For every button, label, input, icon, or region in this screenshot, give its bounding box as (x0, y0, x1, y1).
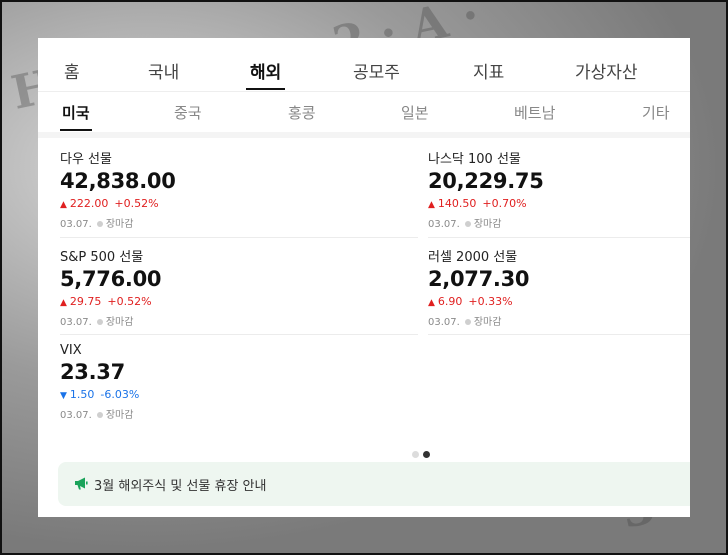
change-percent: +0.52% (114, 197, 159, 210)
index-item-sp500-futures[interactable]: S&P 500 선물 5,776.00 ▲ 29.75 +0.52% 03.07. 장… (60, 246, 162, 328)
index-name: 나스닥 100 선물 (428, 152, 521, 167)
tab-domestic[interactable]: 국내 (148, 58, 179, 83)
status-dot-icon (96, 220, 103, 227)
holiday-notice-banner[interactable]: 3월 해외주식 및 선물 휴장 안내 (58, 462, 690, 506)
triangle-up-icon: ▲ (60, 200, 67, 210)
index-meta: 03.07. 장마감 (60, 406, 139, 421)
sub-tab-bar: 미국 중국 홍콩 일본 베트남 기타 (38, 92, 690, 132)
triangle-down-icon: ▼ (60, 391, 67, 401)
change-value: 222.00 (69, 197, 109, 210)
index-item-dow-futures[interactable]: 다우 선물 42,838.00 ▲ 222.00 +0.52% 03.07. 장마감 (60, 148, 176, 230)
change-percent: +0.52% (107, 295, 152, 308)
tab-overseas[interactable]: 해외 (245, 58, 286, 90)
subtab-japan[interactable]: 일본 (401, 102, 429, 123)
page-dot-2-active[interactable] (423, 451, 430, 458)
index-price: 42,838.00 (60, 169, 176, 193)
index-name: 다우 선물 (60, 152, 112, 167)
index-change: ▲ 6.90 +0.33% (428, 295, 529, 308)
status-dot-icon (96, 411, 103, 418)
index-item-vix[interactable]: VIX 23.37 ▼ 1.50 -6.03% 03.07. 장마감 (60, 343, 139, 421)
index-item-russell2000-futures[interactable]: 러셀 2000 선물 2,077.30 ▲ 6.90 +0.33% 03.07. 장마… (428, 246, 530, 328)
market-status: 장마감 (105, 317, 134, 328)
index-change: ▲ 140.50 +0.70% (428, 197, 544, 210)
status-dot-icon (96, 318, 103, 325)
tab-home[interactable]: 홈 (64, 58, 80, 83)
main-tab-bar: 홈 국내 해외 공모주 지표 가상자산 (38, 38, 690, 92)
index-date: 03.07. (60, 219, 92, 230)
megaphone-icon (75, 477, 88, 490)
index-date: 03.07. (428, 317, 460, 328)
index-price: 2,077.30 (428, 267, 530, 291)
change-percent: -6.03% (100, 388, 140, 401)
subtab-china[interactable]: 중국 (174, 102, 202, 123)
status-dot-icon (464, 318, 471, 325)
triangle-up-icon: ▲ (428, 298, 435, 308)
market-status: 장마감 (105, 410, 134, 421)
index-name: 러셀 2000 선물 (428, 250, 518, 265)
row-divider (428, 334, 690, 335)
index-price: 20,229.75 (428, 169, 544, 193)
index-date: 03.07. (60, 317, 92, 328)
index-date: 03.07. (60, 410, 92, 421)
subtab-usa[interactable]: 미국 (60, 102, 92, 131)
index-change: ▼ 1.50 -6.03% (60, 388, 139, 401)
index-change: ▲ 29.75 +0.52% (60, 295, 161, 308)
index-meta: 03.07. 장마감 (60, 313, 161, 328)
subtab-others[interactable]: 기타 (642, 102, 670, 123)
index-price: 5,776.00 (60, 267, 162, 291)
subtab-hongkong[interactable]: 홍콩 (288, 102, 316, 123)
page-indicator (412, 443, 434, 462)
index-meta: 03.07. 장마감 (60, 215, 176, 230)
notice-text: 3월 해외주식 및 선물 휴장 안내 (94, 479, 267, 494)
change-percent: +0.33% (468, 295, 513, 308)
change-value: 1.50 (69, 388, 95, 401)
row-divider (428, 237, 690, 238)
triangle-up-icon: ▲ (428, 200, 435, 210)
subtab-vietnam[interactable]: 베트남 (514, 102, 555, 123)
page-dot-1[interactable] (412, 451, 419, 458)
tab-crypto[interactable]: 가상자산 (575, 58, 638, 83)
row-divider (60, 237, 418, 238)
row-divider (60, 334, 418, 335)
market-status: 장마감 (105, 219, 134, 230)
index-meta: 03.07. 장마감 (428, 313, 529, 328)
index-name: S&P 500 선물 (60, 250, 144, 265)
market-index-card: 홈 국내 해외 공모주 지표 가상자산 미국 중국 홍콩 일본 베트남 기타 다… (38, 38, 690, 517)
index-meta: 03.07. 장마감 (428, 215, 544, 230)
change-value: 29.75 (69, 295, 102, 308)
market-status: 장마감 (473, 317, 502, 328)
change-value: 6.90 (437, 295, 463, 308)
market-status: 장마감 (473, 219, 502, 230)
change-value: 140.50 (437, 197, 477, 210)
status-dot-icon (464, 220, 471, 227)
index-price: 23.37 (60, 360, 125, 384)
index-item-nasdaq100-futures[interactable]: 나스닥 100 선물 20,229.75 ▲ 140.50 +0.70% 03.07… (428, 148, 544, 230)
index-change: ▲ 222.00 +0.52% (60, 197, 176, 210)
index-date: 03.07. (428, 219, 460, 230)
section-separator (38, 132, 690, 138)
change-percent: +0.70% (482, 197, 527, 210)
tab-ipo[interactable]: 공모주 (353, 58, 400, 83)
triangle-up-icon: ▲ (60, 298, 67, 308)
tab-indicators[interactable]: 지표 (473, 58, 504, 83)
index-name: VIX (60, 343, 82, 358)
